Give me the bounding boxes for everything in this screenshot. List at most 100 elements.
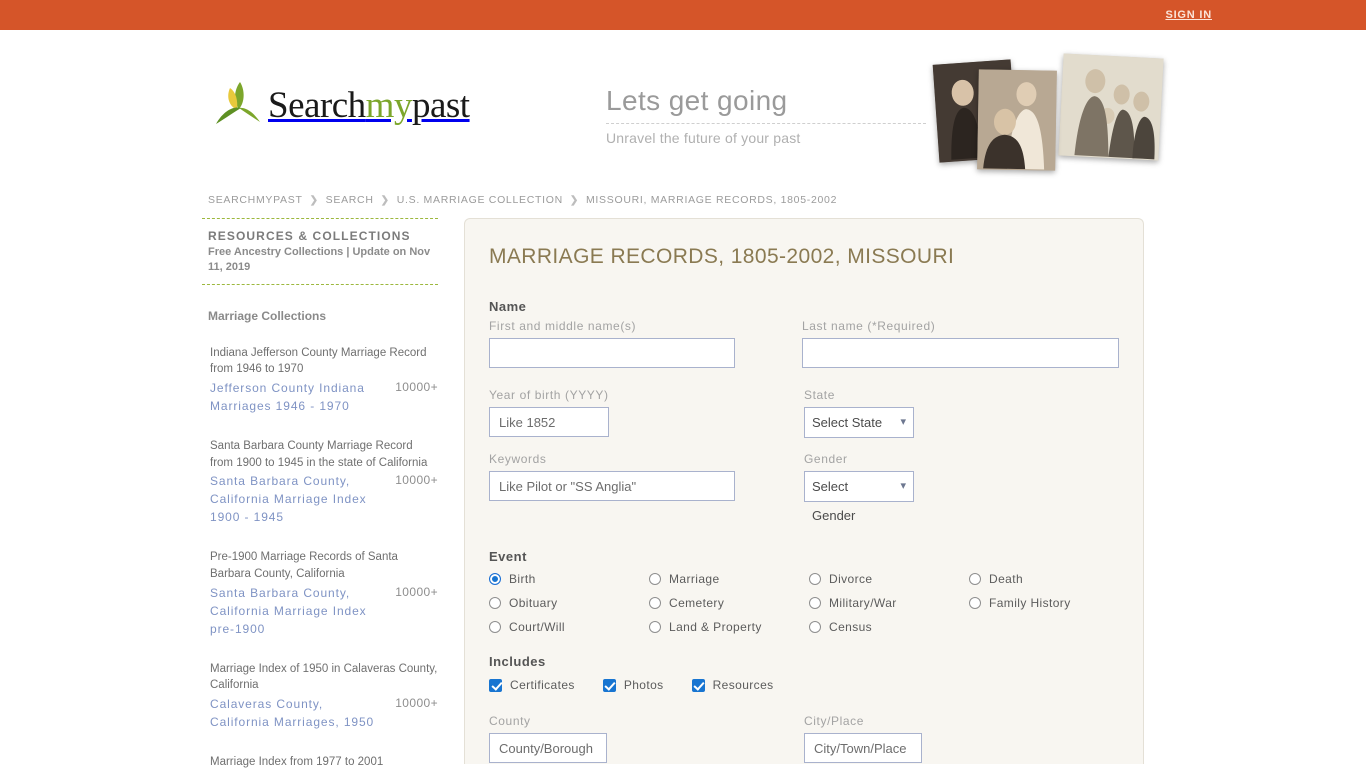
event-label: Census — [829, 620, 873, 634]
includes-option-photos[interactable]: Photos — [602, 678, 664, 692]
event-label: Marriage — [669, 572, 720, 586]
collection-count: 10000+ — [395, 380, 438, 395]
city-input[interactable] — [804, 733, 922, 763]
event-label: Cemetery — [669, 596, 725, 610]
collection-description: Santa Barbara County Marriage Record fro… — [210, 440, 428, 469]
event-option-obituary[interactable]: Obituary — [489, 596, 649, 610]
collection-count: 10000+ — [395, 696, 438, 711]
chevron-right-icon: ❯ — [380, 194, 390, 206]
breadcrumb-item-us-marriage-collection[interactable]: U.S. MARRIAGE COLLECTION — [397, 194, 563, 206]
logo-text-my: my — [365, 85, 413, 126]
logo-text-past: past — [411, 85, 470, 126]
first-name-input[interactable] — [489, 338, 735, 368]
name-group-label: Name — [489, 299, 527, 314]
first-name-field-group: First and middle name(s) — [489, 319, 802, 368]
event-option-census[interactable]: Census — [809, 620, 969, 634]
last-name-label: Last name (*Required) — [802, 319, 936, 333]
first-name-label: First and middle name(s) — [489, 319, 637, 333]
radio-icon[interactable] — [809, 573, 821, 585]
year-of-birth-label: Year of birth (YYYY) — [489, 388, 609, 402]
keywords-label: Keywords — [489, 452, 547, 466]
list-item: Santa Barbara County Marriage Record fro… — [202, 438, 438, 526]
collection-count: 10000+ — [395, 584, 438, 599]
top-bar: SIGN IN — [0, 0, 1366, 30]
radio-icon[interactable] — [649, 597, 661, 609]
event-option-marriage[interactable]: Marriage — [649, 572, 809, 586]
checkbox-icon[interactable] — [602, 678, 616, 692]
year-of-birth-input[interactable] — [489, 407, 609, 437]
list-item: Marriage Index from 1977 to 2001 Adair C… — [202, 754, 438, 768]
county-city-row: County City/Place — [489, 714, 1119, 763]
event-option-divorce[interactable]: Divorce — [809, 572, 969, 586]
event-option-birth[interactable]: Birth — [489, 572, 649, 586]
collection-link[interactable]: Calaveras County, California Marriages, … — [210, 695, 375, 731]
state-field-group: State Select State ▾ — [804, 388, 1119, 438]
event-option-military-war[interactable]: Military/War — [809, 596, 969, 610]
collection-link[interactable]: Jefferson County Indiana Marriages 1946 … — [210, 379, 375, 415]
collection-link[interactable]: Santa Barbara County, California Marriag… — [210, 472, 375, 526]
collection-link[interactable]: Santa Barbara County, California Marriag… — [210, 584, 375, 638]
photo-couple — [977, 69, 1057, 171]
radio-icon[interactable] — [489, 621, 501, 633]
last-name-field-group: Last name (*Required) — [802, 319, 1119, 368]
tagline-subtitle: Unravel the future of your past — [606, 129, 801, 146]
sign-in-link[interactable]: SIGN IN — [1165, 9, 1212, 21]
collection-link-row: Santa Barbara County, California Marriag… — [210, 584, 438, 638]
event-label: Death — [989, 572, 1024, 586]
county-label: County — [489, 714, 531, 728]
tagline-title: Lets get going — [606, 84, 926, 124]
sidebar: RESOURCES & COLLECTIONS Free Ancestry Co… — [202, 218, 458, 768]
radio-icon[interactable] — [809, 621, 821, 633]
radio-icon[interactable] — [649, 621, 661, 633]
keywords-input[interactable] — [489, 471, 735, 501]
checkbox-icon[interactable] — [691, 678, 705, 692]
radio-icon[interactable] — [489, 573, 501, 585]
radio-icon[interactable] — [969, 573, 981, 585]
breadcrumb-item-search[interactable]: SEARCH — [326, 194, 374, 206]
event-option-family-history[interactable]: Family History — [969, 596, 1129, 610]
chevron-down-icon: ▾ — [900, 416, 906, 428]
collection-description: Indiana Jefferson County Marriage Record… — [210, 346, 427, 376]
masthead: Searchmypast Lets get going Unravel the … — [0, 30, 1366, 180]
chevron-right-icon: ❯ — [569, 194, 579, 206]
event-option-cemetery[interactable]: Cemetery — [649, 596, 809, 610]
event-options: Birth Marriage Divorce Death Obituary Ce… — [489, 572, 1119, 634]
includes-label: Resources — [712, 678, 774, 692]
county-input[interactable] — [489, 733, 607, 763]
collection-description: Marriage Index of 1950 in Calaveras Coun… — [210, 662, 438, 692]
state-select[interactable]: Select State ▾ — [804, 407, 914, 438]
collection-link-row: Santa Barbara County, California Marriag… — [210, 472, 438, 526]
resources-subtitle: Free Ancestry Collections | Update on No… — [208, 246, 431, 273]
year-of-birth-field-group: Year of birth (YYYY) — [489, 388, 804, 438]
keywords-gender-row: Keywords Gender Select Gender ▾ — [489, 452, 1119, 525]
radio-icon[interactable] — [969, 597, 981, 609]
event-option-court-will[interactable]: Court/Will — [489, 620, 649, 634]
last-name-input[interactable] — [802, 338, 1119, 368]
collection-description: Marriage Index from 1977 to 2001 — [210, 756, 384, 768]
logo-text-search: Search — [268, 85, 366, 126]
event-option-death[interactable]: Death — [969, 572, 1129, 586]
event-option-land-property[interactable]: Land & Property — [649, 620, 809, 634]
gender-selected-value: Select Gender — [812, 479, 856, 523]
event-group-label: Event — [489, 549, 527, 564]
resources-title: RESOURCES & COLLECTIONS — [208, 229, 411, 243]
includes-label: Photos — [623, 678, 664, 692]
breadcrumb: SEARCHMYPAST ❯ SEARCH ❯ U.S. MARRIAGE CO… — [0, 180, 1366, 206]
includes-option-resources[interactable]: Resources — [691, 678, 774, 692]
event-label: Court/Will — [509, 620, 566, 634]
radio-icon[interactable] — [809, 597, 821, 609]
event-label: Land & Property — [669, 620, 762, 634]
gender-select[interactable]: Select Gender ▾ — [804, 471, 914, 523]
list-item: Indiana Jefferson County Marriage Record… — [202, 345, 438, 415]
site-logo[interactable]: Searchmypast — [214, 78, 470, 128]
breadcrumb-item-searchmypast[interactable]: SEARCHMYPAST — [208, 194, 303, 206]
chevron-right-icon: ❯ — [309, 194, 319, 206]
checkbox-icon[interactable] — [489, 678, 502, 692]
gender-label: Gender — [804, 452, 848, 466]
radio-icon[interactable] — [489, 597, 501, 609]
event-label: Divorce — [829, 572, 873, 586]
includes-option-certificates[interactable]: Certificates — [489, 678, 575, 692]
radio-icon[interactable] — [649, 573, 661, 585]
includes-group-label: Includes — [489, 654, 546, 669]
county-field-group: County — [489, 714, 804, 763]
